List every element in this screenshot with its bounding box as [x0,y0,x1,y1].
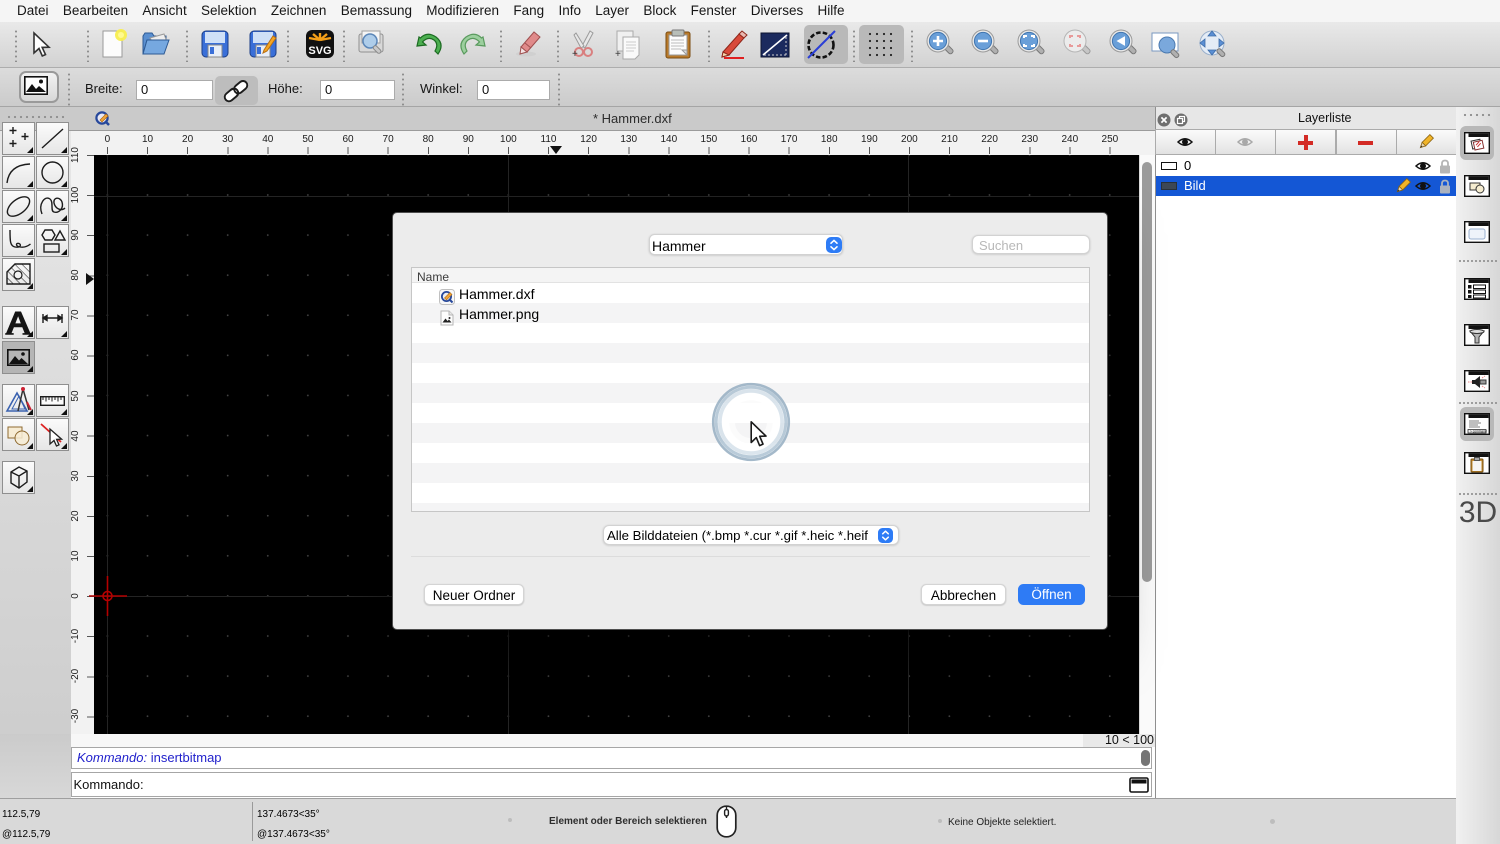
svg-text:+: + [572,49,578,60]
svg-text:SVG: SVG [308,45,331,57]
svg-text:> command: > command [1470,430,1487,434]
svg-text:+: + [615,49,621,60]
